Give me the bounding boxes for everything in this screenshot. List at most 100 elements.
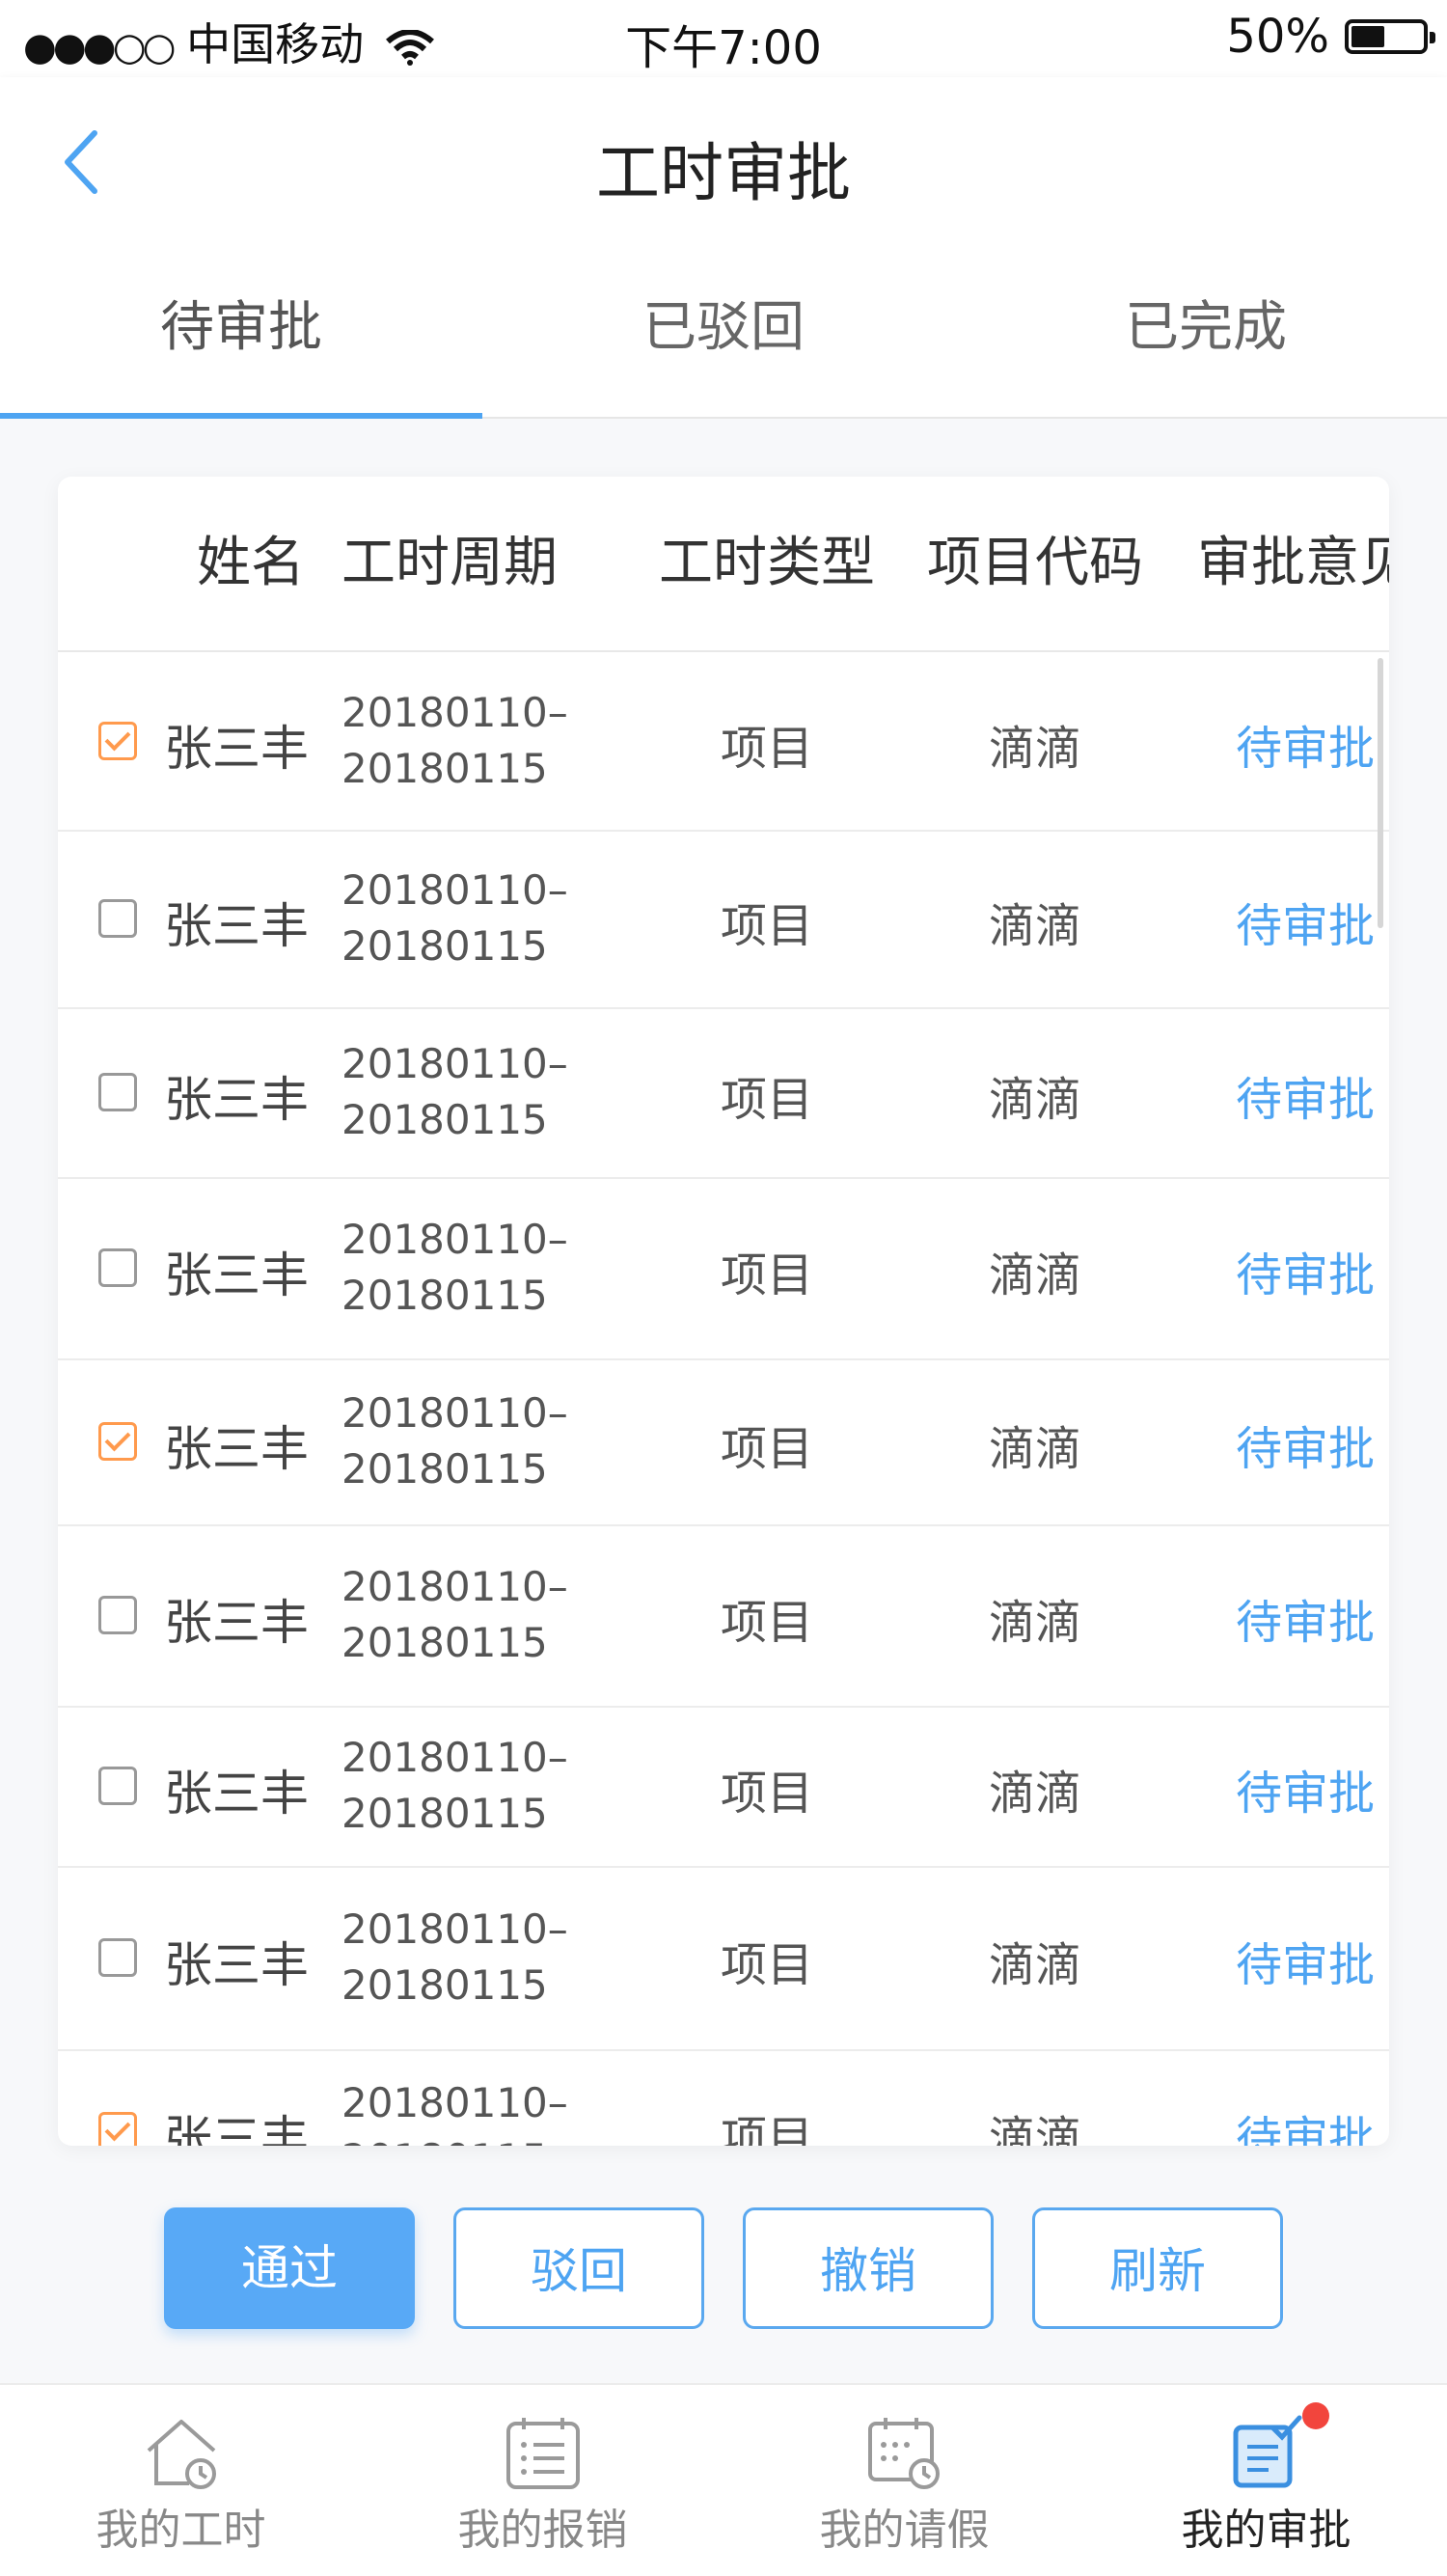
period-end: 20180115	[341, 1445, 548, 1493]
reject-button[interactable]: 驳回	[453, 2207, 704, 2329]
cell-name: 张三丰	[164, 2111, 309, 2146]
approve-button[interactable]: 通过	[164, 2207, 415, 2329]
period-start: 20180110–	[341, 2079, 568, 2126]
cell-status[interactable]: 待审批	[1167, 1927, 1389, 1994]
cell-type: 项目	[720, 722, 813, 776]
period-end: 20180115	[341, 1096, 548, 1143]
cell-name: 张三丰	[164, 721, 309, 777]
tab-pending[interactable]: 待审批	[0, 247, 482, 419]
row-checkbox[interactable]	[98, 722, 137, 760]
row-checkbox[interactable]	[98, 1767, 137, 1805]
table-row[interactable]: 张三丰 20180110– 20180115 项目 滴滴 待审批	[58, 1007, 1389, 1179]
table-row[interactable]: 张三丰 20180110– 20180115 项目 滴滴 待审批	[58, 830, 1389, 1009]
tabbar-my-leave[interactable]: 我的请假	[724, 2385, 1085, 2576]
battery-percent: 50%	[1226, 10, 1329, 64]
cell-name: 张三丰	[164, 1072, 309, 1128]
cell-status[interactable]: 待审批	[1167, 2100, 1389, 2146]
period-end: 20180115	[341, 1961, 548, 2009]
tabbar-label: 我的审批	[1181, 2506, 1351, 2555]
row-checkbox[interactable]	[98, 1248, 137, 1287]
header-code: 项目代码	[927, 532, 1143, 594]
tabbar-label: 我的报销	[457, 2506, 628, 2555]
tabbar-my-approvals[interactable]: 我的审批	[1085, 2385, 1447, 2576]
approval-doc-icon	[1233, 2415, 1301, 2488]
period-start: 20180110–	[341, 1734, 568, 1781]
nav-bar: 工时审批	[0, 77, 1447, 247]
header-period: 工时周期	[341, 532, 558, 594]
header-name: 姓名	[197, 532, 305, 594]
cell-type: 项目	[720, 899, 813, 953]
page-title: 工时审批	[596, 136, 851, 210]
calendar-clock-icon	[867, 2418, 940, 2489]
cell-name: 张三丰	[164, 1766, 309, 1822]
cell-type: 项目	[720, 2112, 813, 2146]
cell-period: 20180110– 20180115	[341, 1902, 568, 2014]
tabbar-my-expenses[interactable]: 我的报销	[362, 2385, 724, 2576]
cell-type: 项目	[720, 1073, 813, 1127]
tabbar-my-hours[interactable]: 我的工时	[0, 2385, 362, 2576]
cell-type: 项目	[720, 1248, 813, 1302]
tab-rejected[interactable]: 已驳回	[482, 247, 965, 417]
cell-status[interactable]: 待审批	[1167, 1061, 1389, 1129]
cell-code: 滴滴	[988, 1073, 1081, 1127]
table-row[interactable]: 张三丰 20180110– 20180115 项目 滴滴 待审批	[58, 1866, 1389, 2051]
period-end: 20180115	[341, 922, 548, 970]
table-row[interactable]: 张三丰 20180110– 20180115 项目 滴滴 待审批	[58, 1177, 1389, 1360]
cell-code: 滴滴	[988, 1938, 1081, 1992]
row-checkbox[interactable]	[98, 1422, 137, 1461]
table-row[interactable]: 张三丰 20180110– 20180115 项目 滴滴 待审批	[58, 1358, 1389, 1526]
revoke-button[interactable]: 撤销	[743, 2207, 994, 2329]
scrollbar[interactable]	[1378, 658, 1383, 928]
table-body[interactable]: 张三丰 20180110– 20180115 项目 滴滴 待审批 张三丰 20180110– 2…	[58, 652, 1389, 2146]
status-right: 50%	[1226, 10, 1435, 64]
battery-icon	[1345, 19, 1435, 54]
cell-status[interactable]: 待审批	[1167, 1411, 1389, 1478]
period-start: 20180110–	[341, 1216, 568, 1263]
period-end: 20180115	[341, 2131, 568, 2146]
period-end: 20180115	[341, 1272, 548, 1319]
cell-period: 20180110– 20180115	[341, 1212, 568, 1324]
cell-code: 滴滴	[988, 899, 1081, 953]
cell-type: 项目	[720, 1422, 813, 1476]
cell-period: 20180110– 20180115	[341, 863, 568, 974]
period-start: 20180110–	[341, 866, 568, 914]
home-clock-icon	[147, 2420, 216, 2489]
row-checkbox[interactable]	[98, 2112, 137, 2146]
cell-status[interactable]: 待审批	[1167, 1755, 1389, 1822]
cell-status[interactable]: 待审批	[1167, 1584, 1389, 1652]
cell-period: 20180110– 20180115	[341, 685, 568, 797]
cell-period: 20180110– 20180115	[341, 1385, 568, 1497]
period-start: 20180110–	[341, 1563, 568, 1610]
row-checkbox[interactable]	[98, 1073, 137, 1111]
approval-table-card: 姓名 工时周期 工时类型 项目代码 审批意见 张三丰 20180110– 20180…	[58, 477, 1389, 2146]
table-row[interactable]: 张三丰 20180110– 20180115 项目 滴滴 待审批	[58, 652, 1389, 832]
cell-status[interactable]: 待审批	[1167, 710, 1389, 778]
cell-status[interactable]: 待审批	[1167, 888, 1389, 955]
cell-period: 20180110– 20180115	[341, 1730, 568, 1842]
table-header: 姓名 工时周期 工时类型 项目代码 审批意见	[58, 477, 1389, 652]
cell-name: 张三丰	[164, 898, 309, 954]
tab-completed[interactable]: 已完成	[965, 247, 1447, 417]
row-checkbox[interactable]	[98, 899, 137, 938]
cell-code: 滴滴	[988, 1248, 1081, 1302]
cell-name: 张三丰	[164, 1937, 309, 1993]
cell-type: 项目	[720, 1596, 813, 1650]
table-row[interactable]: 张三丰 20180110– 20180115 项目 滴滴 待审批	[58, 1524, 1389, 1708]
table-row[interactable]: 张三丰 20180110– 20180115 项目 滴滴 待审批	[58, 2049, 1389, 2146]
period-end: 20180115	[341, 1790, 548, 1837]
cell-name: 张三丰	[164, 1247, 309, 1303]
row-checkbox[interactable]	[98, 1938, 137, 1977]
period-start: 20180110–	[341, 1905, 568, 1953]
battery-fill	[1351, 26, 1385, 47]
cell-status[interactable]: 待审批	[1167, 1237, 1389, 1304]
refresh-button[interactable]: 刷新	[1032, 2207, 1283, 2329]
cell-code: 滴滴	[988, 2112, 1081, 2146]
period-start: 20180110–	[341, 689, 568, 736]
row-checkbox[interactable]	[98, 1596, 137, 1634]
list-icon	[505, 2418, 580, 2489]
table-row[interactable]: 张三丰 20180110– 20180115 项目 滴滴 待审批	[58, 1706, 1389, 1868]
cell-name: 张三丰	[164, 1595, 309, 1651]
period-end: 20180115	[341, 745, 548, 792]
cell-code: 滴滴	[988, 722, 1081, 776]
cell-type: 项目	[720, 1767, 813, 1821]
